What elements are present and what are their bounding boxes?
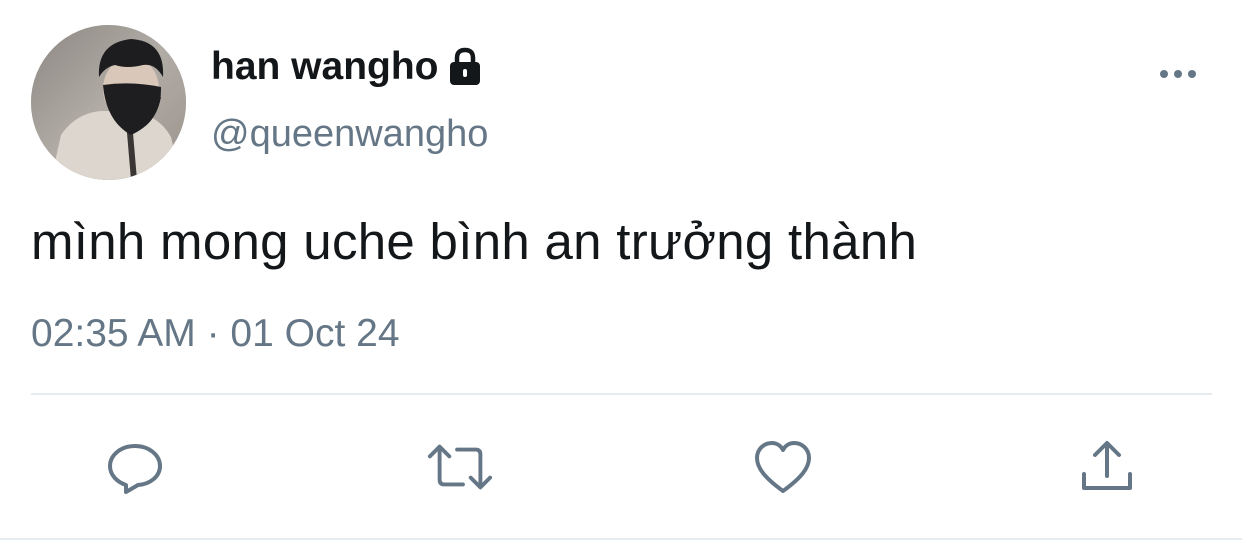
tweet-text: mình mong uche bình an trưởng thành [31,213,918,270]
avatar-image [31,25,186,180]
tweet-timestamp[interactable]: 02:35 AM · 01 Oct 24 [31,311,400,357]
lock-icon [447,47,483,87]
display-name-text: han wangho [211,45,439,88]
heart-icon[interactable] [753,438,813,496]
display-name[interactable]: han wangho [211,44,483,90]
user-handle[interactable]: @queenwangho [211,112,488,156]
divider [31,393,1212,395]
retweet-icon[interactable] [426,438,493,496]
more-options-icon[interactable] [1158,66,1198,82]
tweet-card: han wangho @queenwangho mình mong uche b… [0,0,1242,558]
avatar[interactable] [31,25,186,180]
bottom-divider [0,538,1242,540]
reply-icon[interactable] [105,438,165,496]
share-icon[interactable] [1077,438,1137,496]
